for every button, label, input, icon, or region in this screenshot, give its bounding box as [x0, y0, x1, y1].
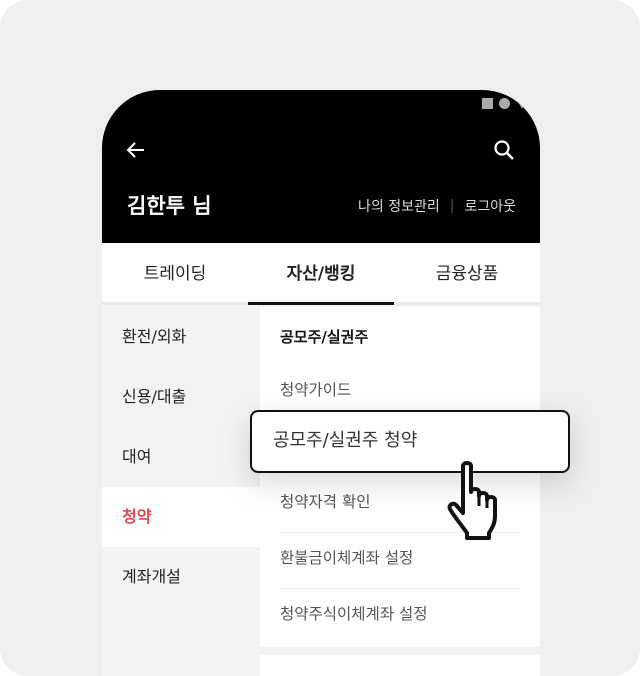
- sidebar-item-credit-loan[interactable]: 신용/대출: [102, 367, 260, 427]
- circle-icon: [499, 98, 510, 109]
- submenu-title: 공모주/실권주: [280, 328, 369, 346]
- sidebar-item-account-opening[interactable]: 계좌개설: [102, 547, 260, 607]
- next-panel: [260, 655, 540, 676]
- triangle-icon: [516, 98, 528, 109]
- menu-item-stock-transfer-account[interactable]: 청약주식이체계좌 설정: [280, 589, 520, 645]
- sidebar-item-subscription[interactable]: 청약: [102, 487, 260, 547]
- search-icon[interactable]: [492, 138, 516, 166]
- square-icon: [482, 98, 493, 109]
- pointer-hand-icon: [443, 460, 509, 544]
- phone-screen: 김한투 님 나의 정보관리 | 로그아웃 트레이딩 자산/뱅킹 금융상품 환전/…: [102, 90, 540, 676]
- status-bar: [482, 98, 528, 109]
- tab-trading[interactable]: 트레이딩: [102, 243, 248, 302]
- menu-item-ipo-subscription[interactable]: 공모주/실권주 청약: [250, 410, 570, 473]
- header: 김한투 님 나의 정보관리 | 로그아웃: [102, 90, 540, 243]
- my-info-link[interactable]: 나의 정보관리: [358, 196, 440, 216]
- back-arrow-icon[interactable]: [124, 138, 148, 166]
- tab-financial-products[interactable]: 금융상품: [394, 243, 540, 302]
- sidebar: 환전/외화 신용/대출 대여 청약 계좌개설: [102, 307, 260, 607]
- tab-assets-banking[interactable]: 자산/뱅킹: [248, 243, 394, 305]
- logout-link[interactable]: 로그아웃: [464, 196, 516, 216]
- tab-bar: 트레이딩 자산/뱅킹 금융상품: [102, 243, 540, 305]
- divider: |: [449, 198, 455, 214]
- sidebar-item-exchange[interactable]: 환전/외화: [102, 307, 260, 367]
- sidebar-item-lending[interactable]: 대여: [102, 427, 260, 487]
- user-name: 김한투 님: [127, 194, 212, 218]
